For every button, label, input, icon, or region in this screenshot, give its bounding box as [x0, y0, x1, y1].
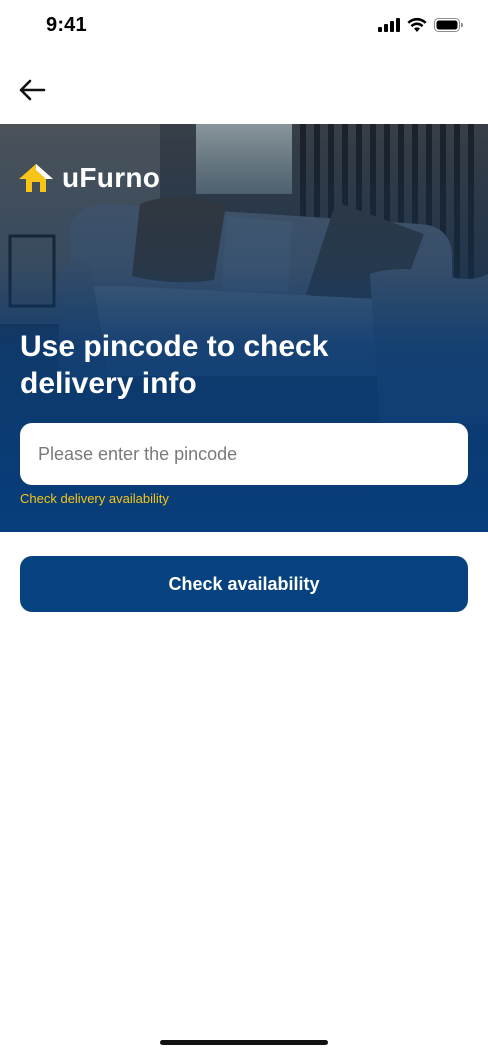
home-indicator	[160, 1040, 328, 1045]
pincode-field[interactable]	[20, 423, 468, 485]
page-title: Use pincode to check delivery info	[20, 330, 329, 400]
back-button[interactable]	[14, 74, 50, 106]
nav-bar	[0, 54, 488, 124]
status-icons	[378, 17, 464, 32]
house-logo-icon	[19, 164, 53, 192]
check-availability-button[interactable]: Check availability	[20, 556, 468, 612]
signal-icon	[378, 17, 400, 32]
status-bar: 9:41	[0, 0, 488, 54]
hero-section: uFurno Use pincode to check delivery inf…	[0, 124, 488, 532]
wifi-icon	[407, 17, 427, 32]
arrow-left-icon	[19, 79, 46, 101]
brand-name: uFurno	[62, 162, 161, 193]
pincode-input[interactable]	[20, 423, 468, 485]
delivery-helper-text: Check delivery availability	[20, 491, 169, 506]
battery-icon	[434, 17, 463, 32]
brand: uFurno	[18, 162, 160, 194]
status-time: 9:41	[46, 14, 87, 36]
